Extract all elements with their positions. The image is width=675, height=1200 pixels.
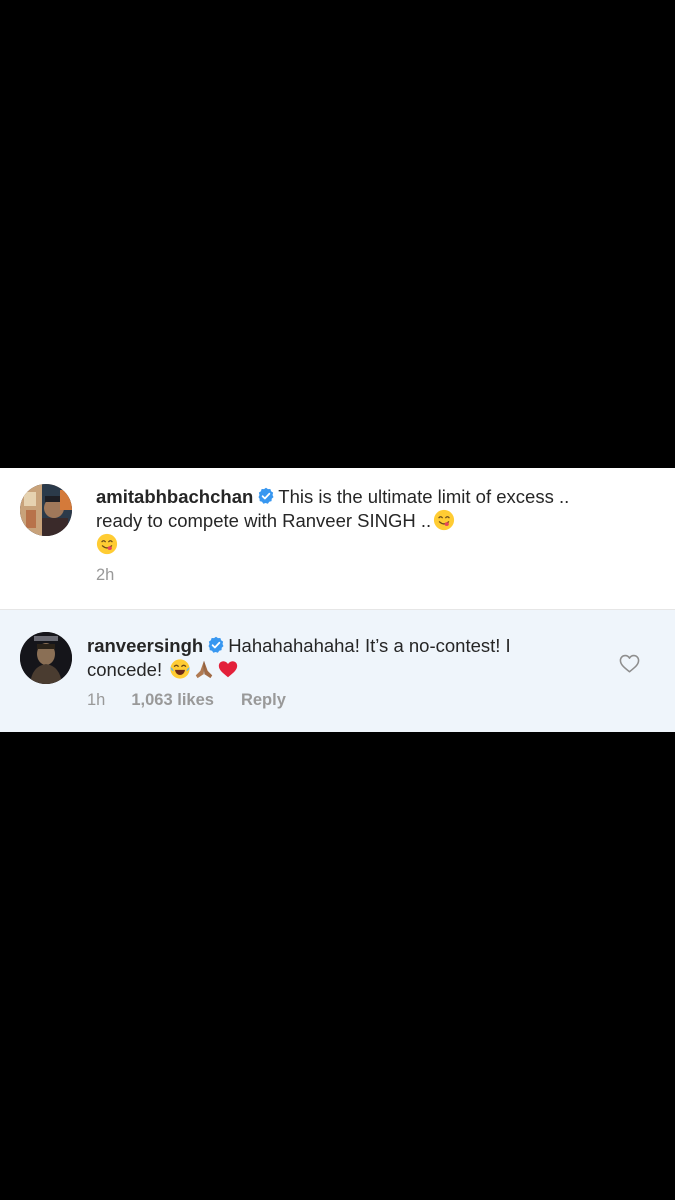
heart-outline-icon[interactable] — [619, 654, 640, 673]
tears-of-joy-emoji-icon — [170, 659, 190, 679]
comment-username[interactable]: ranveersingh — [87, 635, 203, 656]
reply-item: ranveersingh Hahahahahaha! It’s a no-cont… — [0, 610, 675, 732]
avatar[interactable] — [20, 484, 72, 536]
comment-meta: 1h 1,063 likes Reply — [87, 691, 286, 710]
comment-text: ranveersingh Hahahahahaha! It’s a no-cont… — [87, 634, 587, 682]
folded-hands-emoji-icon — [195, 660, 213, 679]
savoring-face-emoji-icon — [434, 509, 455, 531]
comment-meta: 2h — [96, 566, 114, 585]
red-heart-emoji-icon — [219, 661, 238, 678]
comment-username[interactable]: amitabhbachchan — [96, 486, 253, 507]
verified-badge-icon — [258, 487, 274, 504]
comment-time: 2h — [96, 566, 115, 584]
media-area-bottom — [0, 732, 675, 1200]
media-area-top — [0, 0, 675, 468]
comment-text: amitabhbachchan This is the ultimate limi… — [96, 485, 596, 557]
savoring-face-emoji-icon — [96, 533, 118, 555]
comments-panel: amitabhbachchan This is the ultimate limi… — [0, 468, 675, 732]
likes-count-button[interactable]: 1,063 likes — [131, 691, 214, 710]
comment-item: amitabhbachchan This is the ultimate limi… — [0, 468, 675, 610]
reply-button[interactable]: Reply — [241, 691, 286, 710]
avatar[interactable] — [20, 632, 72, 684]
comment-time: 1h — [87, 691, 106, 709]
verified-badge-icon — [208, 636, 224, 653]
